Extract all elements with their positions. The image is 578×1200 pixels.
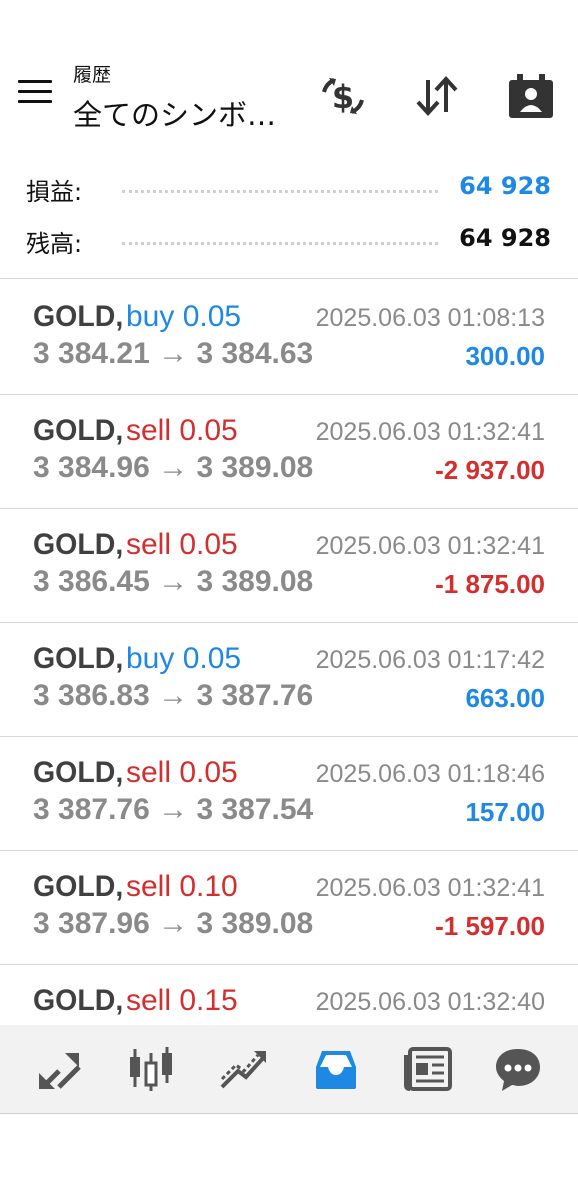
dotted-leader [122, 242, 438, 245]
trade-row[interactable]: GOLD, sell 0.05 2025.06.03 01:32:41 3 386.4… [0, 508, 578, 623]
trade-prices: 3 387.96 → 3 389.08 [33, 907, 314, 940]
trade-side: sell 0.05 [126, 528, 238, 561]
trade-symbol: GOLD, [33, 414, 124, 447]
page-subtitle: 履歴 [73, 64, 112, 86]
balance-label: 残高: [26, 230, 83, 258]
trade-time: 2025.06.03 01:32:41 [315, 532, 545, 560]
trade-side: sell 0.10 [126, 870, 238, 903]
trade-prices: 3 386.83 → 3 387.76 [33, 679, 314, 712]
trade-profit: -2 937.00 [435, 455, 545, 485]
balance-row: 残高: 64 928 [0, 224, 578, 264]
trade-symbol: GOLD, [33, 642, 124, 675]
divider [0, 278, 578, 279]
trade-symbol: GOLD, [33, 870, 124, 903]
trade-row[interactable]: GOLD, sell 0.10 2025.06.03 01:32:41 3 387.9… [0, 850, 578, 965]
trade-row[interactable]: GOLD, sell 0.15 2025.06.03 01:32:40 [0, 964, 578, 1025]
trade-profit: 300.00 [465, 341, 545, 371]
trade-profit: 157.00 [465, 797, 545, 827]
history-icon[interactable] [310, 1043, 362, 1095]
trade-time: 2025.06.03 01:32:40 [315, 988, 545, 1016]
trade-icon[interactable] [218, 1043, 270, 1095]
trade-symbol: GOLD, [33, 984, 124, 1017]
trade-time: 2025.06.03 01:32:41 [315, 418, 545, 446]
trade-prices: 3 384.21 → 3 384.63 [33, 337, 314, 370]
currency-exchange-icon[interactable]: $ [318, 72, 368, 120]
trade-prices: 3 384.96 → 3 389.08 [33, 451, 314, 484]
trade-side: sell 0.05 [126, 756, 238, 789]
profit-row: 損益: 64 928 [0, 172, 578, 212]
trade-prices: 3 386.45 → 3 389.08 [33, 565, 314, 598]
trade-row[interactable]: GOLD, sell 0.05 2025.06.03 01:18:46 3 387.7… [0, 736, 578, 851]
trade-symbol: GOLD, [33, 300, 124, 333]
trade-profit: 663.00 [465, 683, 545, 713]
quotes-icon[interactable] [35, 1043, 87, 1095]
sort-icon[interactable] [412, 72, 462, 120]
chart-icon[interactable] [125, 1043, 177, 1095]
trade-profit: -1 597.00 [435, 911, 545, 941]
trade-side: sell 0.05 [126, 414, 238, 447]
balance-value: 64 928 [459, 224, 551, 252]
trade-time: 2025.06.03 01:32:41 [315, 874, 545, 902]
trade-time: 2025.06.03 01:17:42 [315, 646, 545, 674]
symbol-filter-title[interactable]: 全てのシンボ… [73, 92, 276, 134]
trade-time: 2025.06.03 01:18:46 [315, 760, 545, 788]
profit-label: 損益: [26, 178, 83, 206]
bottom-navigation [0, 1025, 578, 1114]
trade-side: sell 0.15 [126, 984, 238, 1017]
dotted-leader [122, 190, 438, 193]
chat-icon[interactable] [492, 1043, 544, 1095]
trade-symbol: GOLD, [33, 528, 124, 561]
menu-icon[interactable] [18, 80, 52, 106]
news-icon[interactable] [402, 1043, 454, 1095]
trade-time: 2025.06.03 01:08:13 [315, 304, 545, 332]
trade-row[interactable]: GOLD, sell 0.05 2025.06.03 01:32:41 3 384.9… [0, 394, 578, 509]
trade-row[interactable]: GOLD, buy 0.05 2025.06.03 01:17:42 3 386.83… [0, 622, 578, 737]
trade-profit: -1 875.00 [435, 569, 545, 599]
trade-side: buy 0.05 [126, 642, 242, 675]
profit-value: 64 928 [459, 172, 551, 200]
trade-side: buy 0.05 [126, 300, 242, 333]
app-header: 履歴 全てのシンボ… $ [0, 0, 578, 160]
trade-symbol: GOLD, [33, 756, 124, 789]
calendar-person-icon[interactable] [506, 72, 556, 120]
trade-row[interactable]: GOLD, buy 0.05 2025.06.03 01:08:13 3 384.21… [0, 280, 578, 395]
trade-prices: 3 387.76 → 3 387.54 [33, 793, 314, 826]
